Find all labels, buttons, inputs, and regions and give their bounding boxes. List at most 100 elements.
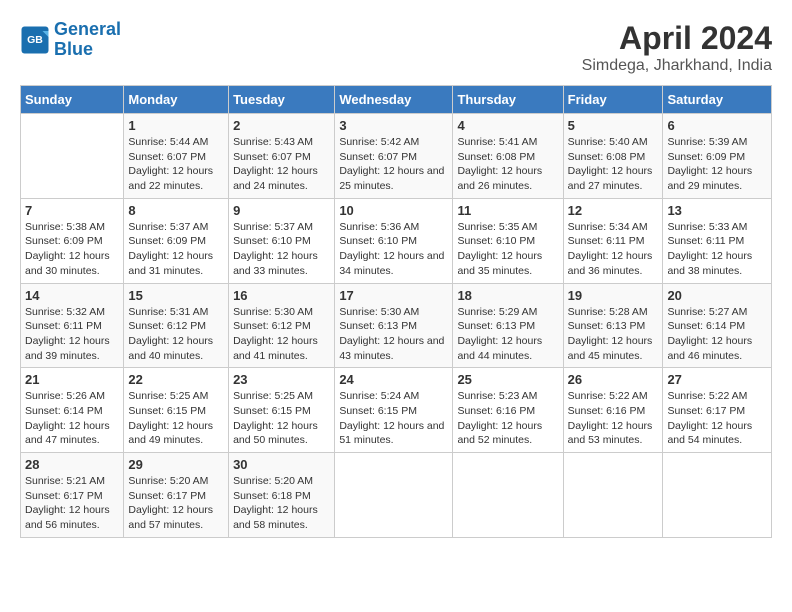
day-number: 10 bbox=[339, 203, 448, 218]
cell-info: Sunrise: 5:33 AMSunset: 6:11 PMDaylight:… bbox=[667, 220, 767, 279]
calendar-cell: 22 Sunrise: 5:25 AMSunset: 6:15 PMDaylig… bbox=[124, 368, 229, 453]
cell-info: Sunrise: 5:36 AMSunset: 6:10 PMDaylight:… bbox=[339, 220, 448, 279]
cell-info: Sunrise: 5:42 AMSunset: 6:07 PMDaylight:… bbox=[339, 135, 448, 194]
day-number: 19 bbox=[568, 288, 659, 303]
calendar-cell: 19 Sunrise: 5:28 AMSunset: 6:13 PMDaylig… bbox=[563, 283, 663, 368]
logo-icon: GB bbox=[20, 25, 50, 55]
day-number: 20 bbox=[667, 288, 767, 303]
header-sunday: Sunday bbox=[21, 86, 124, 114]
day-number: 30 bbox=[233, 457, 330, 472]
logo: GB General Blue bbox=[20, 20, 121, 60]
day-number: 16 bbox=[233, 288, 330, 303]
cell-info: Sunrise: 5:26 AMSunset: 6:14 PMDaylight:… bbox=[25, 389, 119, 448]
calendar-cell: 27 Sunrise: 5:22 AMSunset: 6:17 PMDaylig… bbox=[663, 368, 772, 453]
calendar-cell: 8 Sunrise: 5:37 AMSunset: 6:09 PMDayligh… bbox=[124, 198, 229, 283]
day-number: 13 bbox=[667, 203, 767, 218]
day-number: 17 bbox=[339, 288, 448, 303]
day-number: 27 bbox=[667, 372, 767, 387]
week-row-1: 7 Sunrise: 5:38 AMSunset: 6:09 PMDayligh… bbox=[21, 198, 772, 283]
cell-info: Sunrise: 5:37 AMSunset: 6:09 PMDaylight:… bbox=[128, 220, 224, 279]
calendar-cell: 4 Sunrise: 5:41 AMSunset: 6:08 PMDayligh… bbox=[453, 114, 563, 199]
week-row-0: 1 Sunrise: 5:44 AMSunset: 6:07 PMDayligh… bbox=[21, 114, 772, 199]
cell-info: Sunrise: 5:37 AMSunset: 6:10 PMDaylight:… bbox=[233, 220, 330, 279]
cell-info: Sunrise: 5:30 AMSunset: 6:12 PMDaylight:… bbox=[233, 305, 330, 364]
day-number: 5 bbox=[568, 118, 659, 133]
title-area: April 2024 Simdega, Jharkhand, India bbox=[582, 20, 772, 75]
cell-info: Sunrise: 5:35 AMSunset: 6:10 PMDaylight:… bbox=[457, 220, 558, 279]
day-number: 29 bbox=[128, 457, 224, 472]
cell-info: Sunrise: 5:25 AMSunset: 6:15 PMDaylight:… bbox=[233, 389, 330, 448]
calendar-cell: 28 Sunrise: 5:21 AMSunset: 6:17 PMDaylig… bbox=[21, 453, 124, 538]
cell-info: Sunrise: 5:24 AMSunset: 6:15 PMDaylight:… bbox=[339, 389, 448, 448]
calendar-cell: 23 Sunrise: 5:25 AMSunset: 6:15 PMDaylig… bbox=[229, 368, 335, 453]
calendar-cell: 9 Sunrise: 5:37 AMSunset: 6:10 PMDayligh… bbox=[229, 198, 335, 283]
day-number: 23 bbox=[233, 372, 330, 387]
cell-info: Sunrise: 5:20 AMSunset: 6:17 PMDaylight:… bbox=[128, 474, 224, 533]
cell-info: Sunrise: 5:32 AMSunset: 6:11 PMDaylight:… bbox=[25, 305, 119, 364]
calendar-cell bbox=[563, 453, 663, 538]
calendar-cell: 2 Sunrise: 5:43 AMSunset: 6:07 PMDayligh… bbox=[229, 114, 335, 199]
header-thursday: Thursday bbox=[453, 86, 563, 114]
cell-info: Sunrise: 5:21 AMSunset: 6:17 PMDaylight:… bbox=[25, 474, 119, 533]
day-number: 24 bbox=[339, 372, 448, 387]
calendar-cell: 6 Sunrise: 5:39 AMSunset: 6:09 PMDayligh… bbox=[663, 114, 772, 199]
calendar-cell bbox=[663, 453, 772, 538]
cell-info: Sunrise: 5:20 AMSunset: 6:18 PMDaylight:… bbox=[233, 474, 330, 533]
calendar-cell: 12 Sunrise: 5:34 AMSunset: 6:11 PMDaylig… bbox=[563, 198, 663, 283]
cell-info: Sunrise: 5:38 AMSunset: 6:09 PMDaylight:… bbox=[25, 220, 119, 279]
calendar-cell: 26 Sunrise: 5:22 AMSunset: 6:16 PMDaylig… bbox=[563, 368, 663, 453]
day-number: 26 bbox=[568, 372, 659, 387]
day-number: 21 bbox=[25, 372, 119, 387]
cell-info: Sunrise: 5:43 AMSunset: 6:07 PMDaylight:… bbox=[233, 135, 330, 194]
calendar-cell bbox=[21, 114, 124, 199]
day-number: 1 bbox=[128, 118, 224, 133]
calendar-cell: 5 Sunrise: 5:40 AMSunset: 6:08 PMDayligh… bbox=[563, 114, 663, 199]
header-tuesday: Tuesday bbox=[229, 86, 335, 114]
subtitle: Simdega, Jharkhand, India bbox=[582, 57, 772, 75]
calendar-cell: 3 Sunrise: 5:42 AMSunset: 6:07 PMDayligh… bbox=[335, 114, 453, 199]
day-number: 7 bbox=[25, 203, 119, 218]
cell-info: Sunrise: 5:28 AMSunset: 6:13 PMDaylight:… bbox=[568, 305, 659, 364]
week-row-2: 14 Sunrise: 5:32 AMSunset: 6:11 PMDaylig… bbox=[21, 283, 772, 368]
cell-info: Sunrise: 5:22 AMSunset: 6:16 PMDaylight:… bbox=[568, 389, 659, 448]
calendar-cell: 1 Sunrise: 5:44 AMSunset: 6:07 PMDayligh… bbox=[124, 114, 229, 199]
day-number: 28 bbox=[25, 457, 119, 472]
calendar-cell: 30 Sunrise: 5:20 AMSunset: 6:18 PMDaylig… bbox=[229, 453, 335, 538]
calendar-cell: 29 Sunrise: 5:20 AMSunset: 6:17 PMDaylig… bbox=[124, 453, 229, 538]
cell-info: Sunrise: 5:34 AMSunset: 6:11 PMDaylight:… bbox=[568, 220, 659, 279]
day-number: 12 bbox=[568, 203, 659, 218]
cell-info: Sunrise: 5:30 AMSunset: 6:13 PMDaylight:… bbox=[339, 305, 448, 364]
header-saturday: Saturday bbox=[663, 86, 772, 114]
cell-info: Sunrise: 5:44 AMSunset: 6:07 PMDaylight:… bbox=[128, 135, 224, 194]
header-monday: Monday bbox=[124, 86, 229, 114]
header-wednesday: Wednesday bbox=[335, 86, 453, 114]
calendar-cell: 10 Sunrise: 5:36 AMSunset: 6:10 PMDaylig… bbox=[335, 198, 453, 283]
calendar-cell: 11 Sunrise: 5:35 AMSunset: 6:10 PMDaylig… bbox=[453, 198, 563, 283]
calendar-cell: 17 Sunrise: 5:30 AMSunset: 6:13 PMDaylig… bbox=[335, 283, 453, 368]
cell-info: Sunrise: 5:40 AMSunset: 6:08 PMDaylight:… bbox=[568, 135, 659, 194]
calendar-table: SundayMondayTuesdayWednesdayThursdayFrid… bbox=[20, 85, 772, 538]
day-number: 11 bbox=[457, 203, 558, 218]
calendar-cell: 15 Sunrise: 5:31 AMSunset: 6:12 PMDaylig… bbox=[124, 283, 229, 368]
calendar-cell: 21 Sunrise: 5:26 AMSunset: 6:14 PMDaylig… bbox=[21, 368, 124, 453]
cell-info: Sunrise: 5:29 AMSunset: 6:13 PMDaylight:… bbox=[457, 305, 558, 364]
day-number: 15 bbox=[128, 288, 224, 303]
day-number: 22 bbox=[128, 372, 224, 387]
calendar-cell: 18 Sunrise: 5:29 AMSunset: 6:13 PMDaylig… bbox=[453, 283, 563, 368]
day-number: 8 bbox=[128, 203, 224, 218]
calendar-cell: 24 Sunrise: 5:24 AMSunset: 6:15 PMDaylig… bbox=[335, 368, 453, 453]
calendar-cell bbox=[335, 453, 453, 538]
cell-info: Sunrise: 5:22 AMSunset: 6:17 PMDaylight:… bbox=[667, 389, 767, 448]
calendar-cell: 14 Sunrise: 5:32 AMSunset: 6:11 PMDaylig… bbox=[21, 283, 124, 368]
day-number: 25 bbox=[457, 372, 558, 387]
week-row-4: 28 Sunrise: 5:21 AMSunset: 6:17 PMDaylig… bbox=[21, 453, 772, 538]
cell-info: Sunrise: 5:41 AMSunset: 6:08 PMDaylight:… bbox=[457, 135, 558, 194]
header-row: SundayMondayTuesdayWednesdayThursdayFrid… bbox=[21, 86, 772, 114]
day-number: 14 bbox=[25, 288, 119, 303]
svg-text:GB: GB bbox=[27, 34, 43, 46]
cell-info: Sunrise: 5:31 AMSunset: 6:12 PMDaylight:… bbox=[128, 305, 224, 364]
calendar-cell: 25 Sunrise: 5:23 AMSunset: 6:16 PMDaylig… bbox=[453, 368, 563, 453]
page-header: GB General Blue April 2024 Simdega, Jhar… bbox=[20, 20, 772, 75]
day-number: 4 bbox=[457, 118, 558, 133]
main-title: April 2024 bbox=[582, 20, 772, 57]
